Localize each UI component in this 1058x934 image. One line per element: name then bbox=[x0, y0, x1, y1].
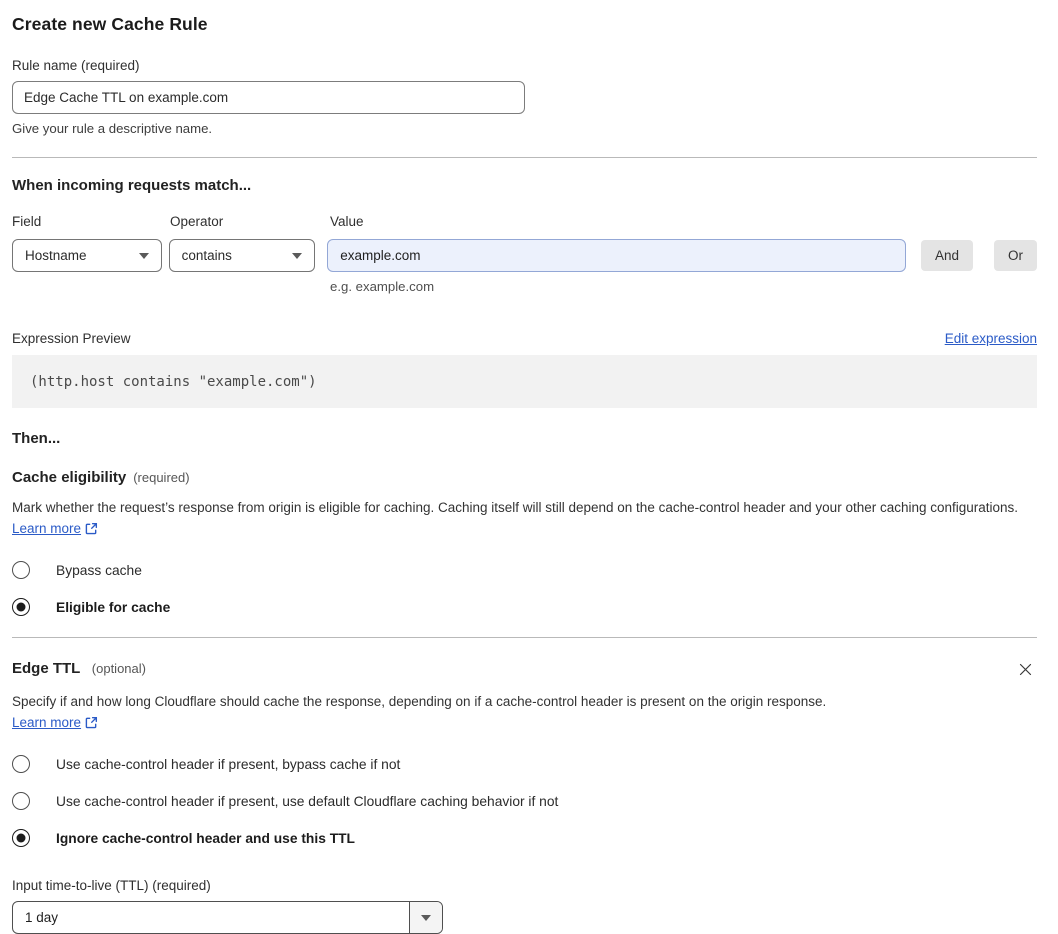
value-help: e.g. example.com bbox=[330, 279, 435, 294]
rule-name-label: Rule name (required) bbox=[12, 58, 140, 73]
and-button[interactable]: And bbox=[920, 240, 973, 271]
operator-select-value: contains bbox=[181, 248, 232, 263]
match-heading: When incoming requests match... bbox=[12, 177, 252, 194]
cache-eligibility-description: Mark whether the request’s response from… bbox=[12, 497, 1022, 541]
or-button[interactable]: Or bbox=[994, 240, 1037, 271]
value-input[interactable] bbox=[327, 239, 906, 272]
close-icon[interactable] bbox=[1016, 660, 1035, 682]
expression-code: (http.host contains "example.com") bbox=[30, 373, 317, 390]
rule-name-help: Give your rule a descriptive name. bbox=[12, 121, 213, 136]
create-cache-rule-form: Create new Cache Rule Rule name (require… bbox=[12, 0, 1037, 934]
section-divider bbox=[12, 637, 1037, 638]
learn-more-link[interactable]: Learn more bbox=[12, 521, 81, 536]
field-select[interactable]: Hostname bbox=[12, 239, 162, 272]
edit-expression-link[interactable]: Edit expression bbox=[945, 331, 1037, 346]
radio-icon[interactable] bbox=[12, 792, 30, 810]
cache-eligibility-qualifier: (required) bbox=[133, 470, 190, 485]
radio-ignore-header-use-ttl[interactable]: Ignore cache-control header and use this… bbox=[12, 829, 1037, 847]
cache-eligibility-heading-row: Cache eligibility (required) bbox=[12, 469, 1037, 486]
learn-more-link[interactable]: Learn more bbox=[12, 715, 81, 730]
value-label: Value bbox=[330, 214, 364, 229]
section-divider bbox=[12, 157, 1037, 158]
radio-checked-icon[interactable] bbox=[12, 829, 30, 847]
edge-ttl-heading-row: Edge TTL (optional) bbox=[12, 660, 1037, 682]
match-condition-row: Hostname contains And Or bbox=[12, 239, 1037, 272]
expression-code-block: (http.host contains "example.com") bbox=[12, 355, 1037, 408]
radio-checked-icon[interactable] bbox=[12, 598, 30, 616]
ttl-dropdown-button[interactable] bbox=[409, 902, 442, 933]
external-link-icon bbox=[85, 714, 98, 735]
ttl-select-value: 1 day bbox=[25, 910, 59, 925]
expression-preview-label: Expression Preview bbox=[12, 331, 131, 346]
external-link-icon bbox=[85, 520, 98, 541]
radio-icon[interactable] bbox=[12, 755, 30, 773]
edge-ttl-title: Edge TTL bbox=[12, 660, 81, 677]
chevron-down-icon bbox=[292, 252, 303, 259]
operator-label: Operator bbox=[170, 214, 224, 229]
chevron-down-icon bbox=[138, 252, 149, 259]
edge-ttl-description: Specify if and how long Cloudflare shoul… bbox=[12, 691, 847, 735]
expression-preview-row: Expression Preview Edit expression bbox=[12, 331, 1037, 346]
rule-name-input[interactable] bbox=[12, 81, 525, 114]
radio-use-header-default[interactable]: Use cache-control header if present, use… bbox=[12, 792, 1037, 810]
match-column-labels: Field Operator Value bbox=[12, 214, 1037, 229]
radio-bypass-cache[interactable]: Bypass cache bbox=[12, 561, 1037, 579]
then-heading: Then... bbox=[12, 430, 61, 447]
chevron-down-icon bbox=[421, 914, 431, 921]
operator-select[interactable]: contains bbox=[168, 239, 316, 272]
radio-eligible-for-cache[interactable]: Eligible for cache bbox=[12, 598, 1037, 616]
cache-eligibility-title: Cache eligibility bbox=[12, 469, 127, 486]
ttl-input-label: Input time-to-live (TTL) (required) bbox=[12, 878, 211, 893]
edge-ttl-qualifier: (optional) bbox=[91, 661, 146, 676]
radio-use-header-bypass[interactable]: Use cache-control header if present, byp… bbox=[12, 755, 1037, 773]
field-label: Field bbox=[12, 214, 42, 229]
page-title: Create new Cache Rule bbox=[12, 14, 208, 34]
field-select-value: Hostname bbox=[25, 248, 87, 263]
radio-icon[interactable] bbox=[12, 561, 30, 579]
